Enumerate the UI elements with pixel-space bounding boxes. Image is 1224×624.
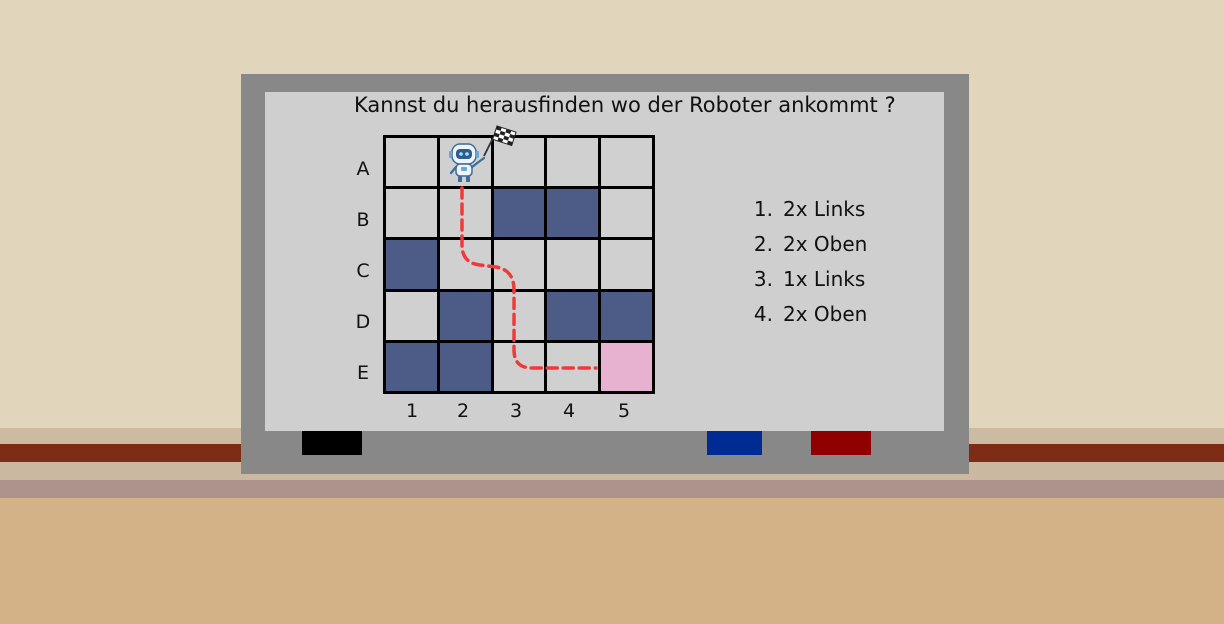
grid-cell-b1[interactable] <box>386 189 437 238</box>
grid-cell-d5[interactable] <box>601 291 652 340</box>
floor <box>0 498 1224 624</box>
grid-cell-a5[interactable] <box>601 138 652 187</box>
grid-cell-e1[interactable] <box>386 342 437 391</box>
wall-rail-low <box>0 480 1224 498</box>
column-label-5: 5 <box>617 400 631 422</box>
grid-cell-d2[interactable] <box>439 291 491 340</box>
grid-cell-c4[interactable] <box>547 240 599 289</box>
instruction-list: 1. 2x Links 2. 2x Oben 3. 1x Links 4. 2x… <box>735 191 867 331</box>
row-label-a: A <box>356 158 370 180</box>
instruction-item: 3. 1x Links <box>735 261 867 296</box>
instruction-number: 2. <box>753 231 773 256</box>
grid-cell-c1[interactable] <box>386 240 437 289</box>
blue-marker[interactable] <box>707 431 762 455</box>
instruction-text: 2x Oben <box>783 231 868 256</box>
row-label-b: B <box>356 209 370 231</box>
grid-cell-c5[interactable] <box>601 240 652 289</box>
column-label-3: 3 <box>509 400 523 422</box>
column-label-4: 4 <box>562 400 576 422</box>
robot-with-checkered-flag-icon[interactable] <box>444 120 524 186</box>
instruction-item: 4. 2x Oben <box>735 296 867 331</box>
grid-cell-c3[interactable] <box>493 240 545 289</box>
question-title: Kannst du herausfinden wo der Roboter an… <box>354 93 896 117</box>
grid-cell-a1[interactable] <box>386 138 437 187</box>
row-label-e: E <box>356 362 369 384</box>
instruction-item: 2. 2x Oben <box>735 226 867 261</box>
grid-cell-c2[interactable] <box>439 240 491 289</box>
grid-cell-e4[interactable] <box>547 342 599 391</box>
grid-cell-e5[interactable] <box>601 342 652 391</box>
red-marker[interactable] <box>811 431 871 455</box>
grid-cell-d3[interactable] <box>493 291 545 340</box>
column-label-1: 1 <box>405 400 419 422</box>
instruction-text: 2x Oben <box>783 301 868 326</box>
grid-cell-a4[interactable] <box>547 138 599 187</box>
grid-cell-d4[interactable] <box>547 291 599 340</box>
grid-cell-e2[interactable] <box>439 342 491 391</box>
grid-cell-e3[interactable] <box>493 342 545 391</box>
instruction-number: 4. <box>753 301 773 326</box>
instruction-number: 1. <box>753 196 773 221</box>
grid-cell-d1[interactable] <box>386 291 437 340</box>
row-label-c: C <box>356 260 370 282</box>
grid-cell-b2[interactable] <box>439 189 491 238</box>
instruction-item: 1. 2x Links <box>735 191 867 226</box>
grid-cell-b4[interactable] <box>547 189 599 238</box>
instruction-number: 3. <box>753 266 773 291</box>
grid-cell-b3[interactable] <box>493 189 545 238</box>
grid-cell-b5[interactable] <box>601 189 652 238</box>
black-marker[interactable] <box>302 431 362 455</box>
row-label-d: D <box>355 311 371 333</box>
instruction-text: 1x Links <box>783 266 866 291</box>
instruction-text: 2x Links <box>783 196 866 221</box>
column-label-2: 2 <box>456 400 470 422</box>
